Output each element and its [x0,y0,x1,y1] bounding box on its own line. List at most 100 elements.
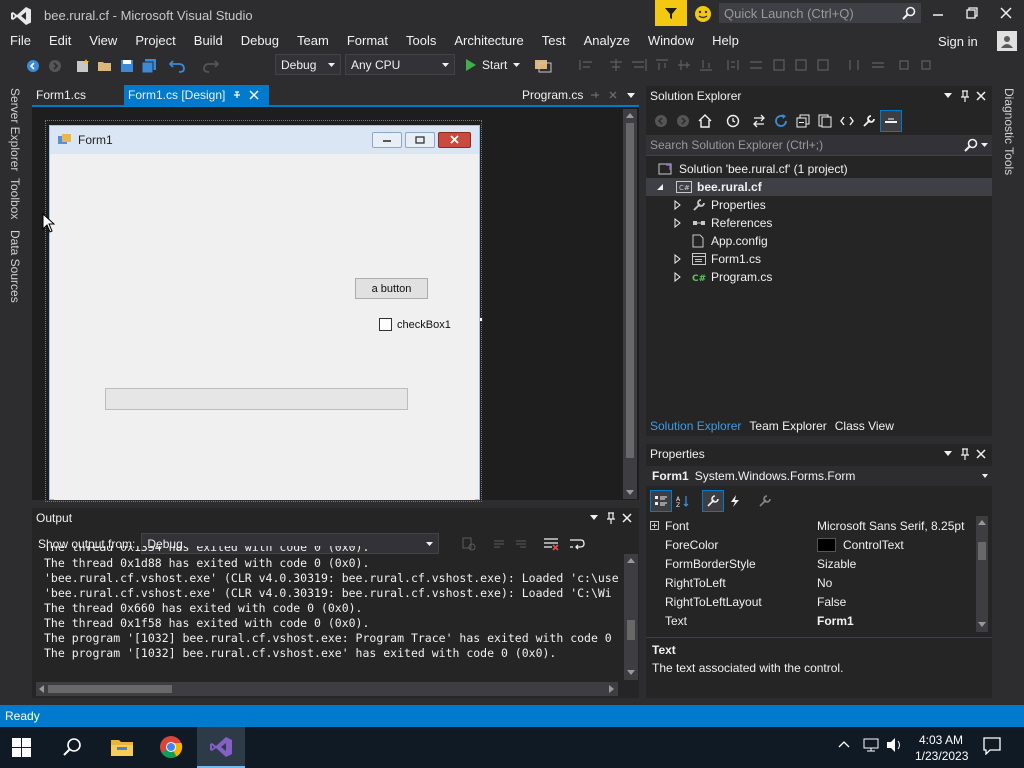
platform-dropdown[interactable]: Any CPU [345,54,455,75]
sync-active-doc-icon[interactable] [748,110,770,132]
pin-icon[interactable] [960,90,970,102]
close-tab-icon[interactable] [609,91,617,99]
save-icon[interactable] [116,55,138,77]
navigate-back-icon[interactable] [22,55,44,77]
property-row-font[interactable]: Font Microsoft Sans Serif, 8.25pt [646,516,972,535]
collapsed-triangle-icon[interactable] [674,254,682,264]
expand-plus-icon[interactable] [650,521,659,530]
redo-icon[interactable] [200,55,222,77]
scroll-up-arrow-icon[interactable] [626,113,634,118]
smiley-feedback-icon[interactable] [694,5,712,23]
tree-references-node[interactable]: References [674,214,772,232]
pin-icon[interactable] [590,91,600,99]
scroll-down-arrow-icon[interactable] [626,490,634,495]
output-vertical-scrollbar[interactable] [624,554,638,680]
minimize-icon[interactable] [932,8,944,20]
quick-launch-input[interactable]: Quick Launch (Ctrl+Q) [719,3,921,23]
windows-start-icon[interactable] [12,738,32,758]
tree-properties-node[interactable]: Properties [674,196,766,214]
close-panel-icon[interactable] [976,91,986,101]
show-hidden-icons-chevron-icon[interactable] [838,740,850,748]
property-row-righttoleftlayout[interactable]: RightToLeftLayout False [646,592,972,611]
chrome-icon[interactable] [159,735,183,759]
tree-appconfig-node[interactable]: App.config [692,232,768,250]
menu-format[interactable]: Format [338,30,397,52]
menu-tools[interactable]: Tools [397,30,445,52]
properties-view-icon[interactable] [702,490,724,512]
network-icon[interactable] [862,737,880,753]
restore-icon[interactable] [966,7,978,19]
tab-form1-design[interactable]: Form1.cs [Design] [124,85,269,105]
menu-file[interactable]: File [0,30,40,52]
output-horizontal-scrollbar[interactable] [36,682,618,696]
menu-analyze[interactable]: Analyze [575,30,639,52]
menu-team[interactable]: Team [288,30,338,52]
menu-build[interactable]: Build [185,30,232,52]
open-file-icon[interactable] [94,55,116,77]
show-all-files-icon[interactable] [814,110,836,132]
object-selector-dropdown[interactable]: Form1 System.Windows.Forms.Form [646,466,992,486]
pin-icon[interactable] [960,448,970,460]
alphabetical-icon[interactable]: AZ [672,490,694,512]
scrollbar-thumb[interactable] [627,620,635,640]
collapsed-triangle-icon[interactable] [674,200,682,210]
taskbar-search-icon[interactable] [62,737,82,757]
tree-program-node[interactable]: C# Program.cs [674,268,772,286]
visual-studio-taskbar-button[interactable] [197,727,245,768]
panel-menu-chevron-icon[interactable] [944,451,952,456]
close-icon[interactable] [1000,7,1012,19]
notifications-icon[interactable] [983,737,1001,755]
refresh-icon[interactable] [770,110,792,132]
new-project-icon[interactable] [72,55,94,77]
volume-icon[interactable] [886,737,904,753]
designed-form[interactable]: Form1 a button checkBox1 [49,125,480,500]
form-button[interactable]: a button [355,278,428,299]
menu-architecture[interactable]: Architecture [445,30,532,52]
scrollbar-thumb[interactable] [48,685,172,693]
navigate-forward-icon[interactable] [44,55,66,77]
tab-class-view[interactable]: Class View [831,416,898,436]
designer-vertical-scrollbar[interactable] [623,109,637,499]
save-all-icon[interactable] [138,55,160,77]
preview-selected-icon[interactable] [880,110,902,132]
scroll-down-arrow-icon[interactable] [627,670,635,675]
pin-icon[interactable] [232,90,242,100]
tree-project-node[interactable]: C# bee.rural.cf [646,178,992,196]
file-explorer-icon[interactable] [110,736,134,758]
menu-project[interactable]: Project [126,30,184,52]
form-progress-bar[interactable] [105,388,408,410]
menu-debug[interactable]: Debug [232,30,288,52]
tab-overflow-chevron-icon[interactable] [627,93,635,98]
close-tab-icon[interactable] [249,90,259,100]
scrollbar-thumb[interactable] [626,123,634,458]
properties-wrench-icon[interactable] [858,110,880,132]
browser-link-icon[interactable] [534,57,552,73]
menu-edit[interactable]: Edit [40,30,80,52]
menu-test[interactable]: Test [533,30,575,52]
property-pages-wrench-icon[interactable] [754,490,776,512]
clock[interactable]: 4:03 AM 1/23/2023 [915,732,968,764]
collapse-all-icon[interactable] [792,110,814,132]
sign-in-link[interactable]: Sign in [938,34,978,49]
scroll-left-arrow-icon[interactable] [39,685,44,693]
close-panel-icon[interactable] [976,449,986,459]
data-sources-tab[interactable]: Data Sources [8,226,22,307]
collapsed-triangle-icon[interactable] [674,272,682,282]
se-back-icon[interactable] [650,110,672,132]
checkbox-box[interactable] [379,318,392,331]
menu-help[interactable]: Help [703,30,748,52]
account-avatar-icon[interactable] [997,31,1017,51]
property-row-forecolor[interactable]: ForeColor ControlText [646,535,972,554]
tab-form1-cs[interactable]: Form1.cs [32,85,92,105]
tree-form1-node[interactable]: Form1.cs [674,250,761,268]
scroll-down-arrow-icon[interactable] [978,622,986,627]
menu-window[interactable]: Window [639,30,703,52]
tab-solution-explorer[interactable]: Solution Explorer [646,416,745,436]
configuration-dropdown[interactable]: Debug [275,54,341,75]
collapsed-triangle-icon[interactable] [674,218,682,228]
scrollbar-thumb[interactable] [978,542,986,560]
property-grid-scrollbar[interactable] [976,516,988,632]
property-row-text[interactable]: Text Form1 [646,611,972,630]
property-row-formborderstyle[interactable]: FormBorderStyle Sizable [646,554,972,573]
panel-menu-chevron-icon[interactable] [590,515,598,520]
